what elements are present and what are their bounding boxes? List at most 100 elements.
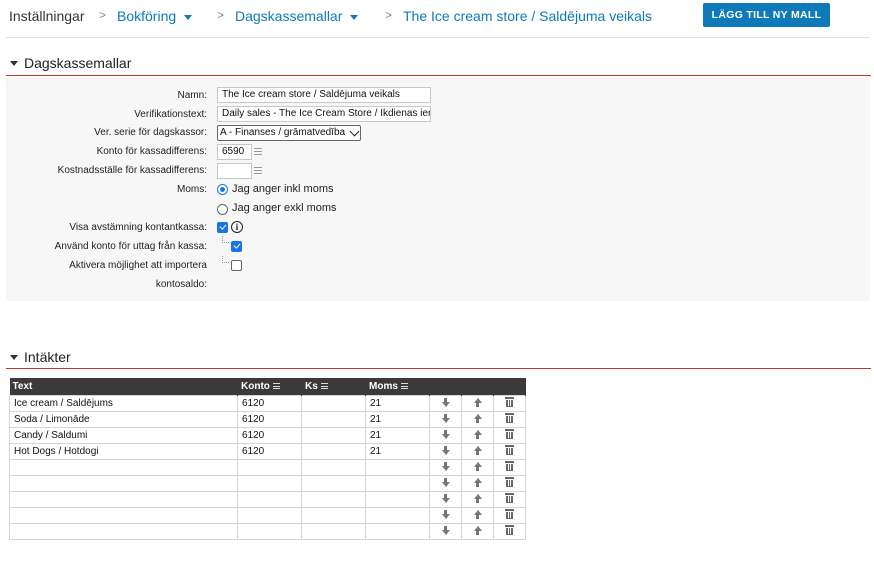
cell-text[interactable]: [9, 475, 238, 492]
cell-moms[interactable]: [365, 507, 430, 524]
verification-text-input[interactable]: Daily sales - The Ice Cream Store / Ikdi…: [217, 106, 431, 122]
move-up-cell[interactable]: [461, 411, 494, 428]
section-header-templates[interactable]: Dagskassemallar: [10, 55, 131, 71]
move-down-cell[interactable]: [429, 491, 462, 508]
cell-moms[interactable]: 21: [365, 443, 430, 460]
arrow-up-icon[interactable]: [473, 461, 482, 471]
vat-excl-label[interactable]: Jag anger exkl moms: [232, 202, 337, 215]
breadcrumb-bokforing[interactable]: Bokföring: [117, 7, 193, 25]
delete-cell[interactable]: [493, 507, 526, 524]
move-up-cell[interactable]: [461, 507, 494, 524]
cell-moms[interactable]: [365, 523, 430, 540]
move-up-cell[interactable]: [461, 475, 494, 492]
trash-icon[interactable]: [505, 477, 514, 487]
cell-konto[interactable]: 6120: [237, 395, 302, 412]
use-account-checkbox[interactable]: [231, 241, 242, 252]
delete-cell[interactable]: [493, 443, 526, 460]
move-up-cell[interactable]: [461, 427, 494, 444]
cell-text[interactable]: [9, 491, 238, 508]
trash-icon[interactable]: [505, 509, 514, 519]
cell-konto[interactable]: [237, 491, 302, 508]
move-up-cell[interactable]: [461, 443, 494, 460]
cell-ks[interactable]: [301, 507, 366, 524]
info-icon[interactable]: i: [231, 221, 243, 233]
cell-text[interactable]: Soda / Limonāde: [9, 411, 238, 428]
trash-icon[interactable]: [505, 493, 514, 503]
cell-ks[interactable]: [301, 395, 366, 412]
column-header-moms[interactable]: Moms: [365, 378, 430, 396]
arrow-up-icon[interactable]: [473, 445, 482, 455]
move-down-cell[interactable]: [429, 427, 462, 444]
cell-ks[interactable]: [301, 427, 366, 444]
arrow-down-icon[interactable]: [441, 477, 450, 487]
arrow-down-icon[interactable]: [441, 493, 450, 503]
arrow-down-icon[interactable]: [441, 413, 450, 423]
move-up-cell[interactable]: [461, 395, 494, 412]
move-down-cell[interactable]: [429, 395, 462, 412]
cell-ks[interactable]: [301, 443, 366, 460]
section-header-income[interactable]: Intäkter: [10, 349, 71, 365]
column-header-konto[interactable]: Konto: [237, 378, 302, 396]
arrow-up-icon[interactable]: [473, 525, 482, 535]
breadcrumb-current[interactable]: The Ice cream store / Saldējuma veikals: [403, 7, 652, 25]
breadcrumb-root[interactable]: Inställningar: [9, 7, 85, 25]
cell-ks[interactable]: [301, 411, 366, 428]
arrow-down-icon[interactable]: [441, 429, 450, 439]
arrow-up-icon[interactable]: [473, 509, 482, 519]
vat-incl-label[interactable]: Jag anger inkl moms: [232, 183, 334, 196]
cell-text[interactable]: Hot Dogs / Hotdogi: [9, 443, 238, 460]
arrow-down-icon[interactable]: [441, 445, 450, 455]
move-down-cell[interactable]: [429, 523, 462, 540]
arrow-up-icon[interactable]: [473, 397, 482, 407]
arrow-up-icon[interactable]: [473, 413, 482, 423]
delete-cell[interactable]: [493, 427, 526, 444]
vat-excl-radio[interactable]: [217, 204, 228, 215]
cell-moms[interactable]: [365, 475, 430, 492]
cell-konto[interactable]: [237, 507, 302, 524]
cell-konto[interactable]: [237, 523, 302, 540]
trash-icon[interactable]: [505, 461, 514, 471]
delete-cell[interactable]: [493, 475, 526, 492]
arrow-down-icon[interactable]: [441, 509, 450, 519]
account-diff-input[interactable]: 6590: [217, 144, 252, 160]
cell-text[interactable]: [9, 507, 238, 524]
move-down-cell[interactable]: [429, 411, 462, 428]
move-down-cell[interactable]: [429, 507, 462, 524]
trash-icon[interactable]: [505, 445, 514, 455]
cell-konto[interactable]: [237, 475, 302, 492]
cell-text[interactable]: Ice cream / Saldējums: [9, 395, 238, 412]
series-select[interactable]: A - Finanses / grāmatvedība: [217, 125, 361, 141]
delete-cell[interactable]: [493, 523, 526, 540]
cell-konto[interactable]: 6120: [237, 427, 302, 444]
cell-moms[interactable]: [365, 459, 430, 476]
cell-moms[interactable]: 21: [365, 411, 430, 428]
add-template-button[interactable]: LÄGG TILL NY MALL: [703, 3, 830, 27]
arrow-up-icon[interactable]: [473, 477, 482, 487]
list-lookup-icon[interactable]: [254, 167, 262, 174]
cell-konto[interactable]: [237, 459, 302, 476]
move-up-cell[interactable]: [461, 491, 494, 508]
list-lookup-icon[interactable]: [254, 148, 262, 155]
cell-ks[interactable]: [301, 523, 366, 540]
cell-text[interactable]: Candy / Saldumi: [9, 427, 238, 444]
delete-cell[interactable]: [493, 491, 526, 508]
move-down-cell[interactable]: [429, 443, 462, 460]
arrow-down-icon[interactable]: [441, 397, 450, 407]
column-header-ks[interactable]: Ks: [301, 378, 366, 396]
vat-incl-radio[interactable]: [217, 184, 228, 195]
arrow-down-icon[interactable]: [441, 525, 450, 535]
column-header-text[interactable]: Text: [9, 378, 238, 396]
arrow-up-icon[interactable]: [473, 493, 482, 503]
move-up-cell[interactable]: [461, 459, 494, 476]
cell-ks[interactable]: [301, 475, 366, 492]
delete-cell[interactable]: [493, 395, 526, 412]
breadcrumb-dagskassemallar[interactable]: Dagskassemallar: [235, 7, 359, 25]
name-input[interactable]: The Ice cream store / Saldējuma veikals: [217, 87, 431, 103]
move-down-cell[interactable]: [429, 475, 462, 492]
cell-ks[interactable]: [301, 459, 366, 476]
cell-text[interactable]: [9, 459, 238, 476]
move-down-cell[interactable]: [429, 459, 462, 476]
cell-moms[interactable]: 21: [365, 427, 430, 444]
show-reconciliation-checkbox[interactable]: [217, 222, 228, 233]
import-balance-checkbox[interactable]: [231, 260, 242, 271]
